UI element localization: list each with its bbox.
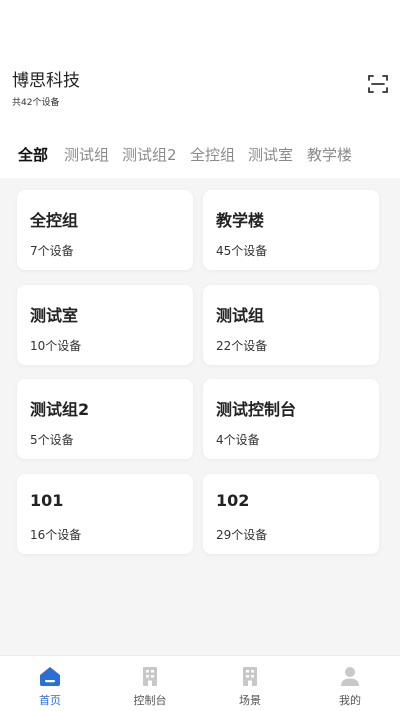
group-device-count: 16个设备 xyxy=(30,528,82,542)
nav-label: 我的 xyxy=(339,694,361,707)
group-device-count: 45个设备 xyxy=(216,244,268,258)
home-icon xyxy=(40,667,60,686)
nav-scenes[interactable]: 场景 xyxy=(200,656,300,711)
tab-all[interactable]: 全部 xyxy=(18,144,48,165)
group-device-count: 4个设备 xyxy=(216,433,260,447)
group-card[interactable]: 教学楼 45个设备 xyxy=(203,190,379,270)
group-device-count: 29个设备 xyxy=(216,528,268,542)
tab-full-control-group[interactable]: 全控组 xyxy=(190,144,235,165)
group-device-count: 7个设备 xyxy=(30,244,74,258)
group-name: 101 xyxy=(30,491,64,510)
group-name: 测试组 xyxy=(216,306,265,325)
nav-home[interactable]: 首页 xyxy=(0,656,100,711)
group-card[interactable]: 全控组 7个设备 xyxy=(17,190,193,270)
group-name: 测试控制台 xyxy=(216,400,297,419)
app-header: 博思科技 共42个设备 xyxy=(0,0,400,130)
bottom-navigation: 首页 控制台 场景 我的 xyxy=(0,655,400,711)
nav-label: 首页 xyxy=(39,694,61,707)
group-name: 全控组 xyxy=(30,211,79,230)
nav-console[interactable]: 控制台 xyxy=(100,656,200,711)
user-icon xyxy=(341,667,359,686)
group-card[interactable]: 测试组 22个设备 xyxy=(203,285,379,365)
group-name: 教学楼 xyxy=(216,211,265,230)
group-grid: 全控组 7个设备 教学楼 45个设备 测试室 10个设备 测试组 22个设备 测… xyxy=(0,178,400,655)
nav-label: 控制台 xyxy=(133,694,167,707)
group-tabs: 全部 测试组 测试组2 全控组 测试室 教学楼 xyxy=(0,130,400,178)
group-device-count: 5个设备 xyxy=(30,433,74,447)
tab-test-group-2[interactable]: 测试组2 xyxy=(122,144,177,165)
device-total: 共42个设备 xyxy=(12,98,60,108)
group-card[interactable]: 101 16个设备 xyxy=(17,474,193,554)
scan-button[interactable] xyxy=(366,72,390,96)
group-name: 测试室 xyxy=(30,306,79,325)
group-name: 102 xyxy=(216,491,250,510)
group-device-count: 22个设备 xyxy=(216,339,268,353)
group-name: 测试组2 xyxy=(30,400,90,419)
group-card[interactable]: 测试室 10个设备 xyxy=(17,285,193,365)
building-icon xyxy=(243,667,257,686)
tab-teaching-building[interactable]: 教学楼 xyxy=(307,144,352,165)
nav-label: 场景 xyxy=(239,694,261,707)
nav-profile[interactable]: 我的 xyxy=(300,656,400,711)
group-card[interactable]: 102 29个设备 xyxy=(203,474,379,554)
group-device-count: 10个设备 xyxy=(30,339,82,353)
company-name: 博思科技 xyxy=(12,71,80,91)
scan-icon xyxy=(368,75,388,93)
tab-test-room[interactable]: 测试室 xyxy=(248,144,293,165)
tab-test-group[interactable]: 测试组 xyxy=(64,144,109,165)
building-icon xyxy=(143,667,157,686)
group-card[interactable]: 测试组2 5个设备 xyxy=(17,379,193,459)
group-card[interactable]: 测试控制台 4个设备 xyxy=(203,379,379,459)
